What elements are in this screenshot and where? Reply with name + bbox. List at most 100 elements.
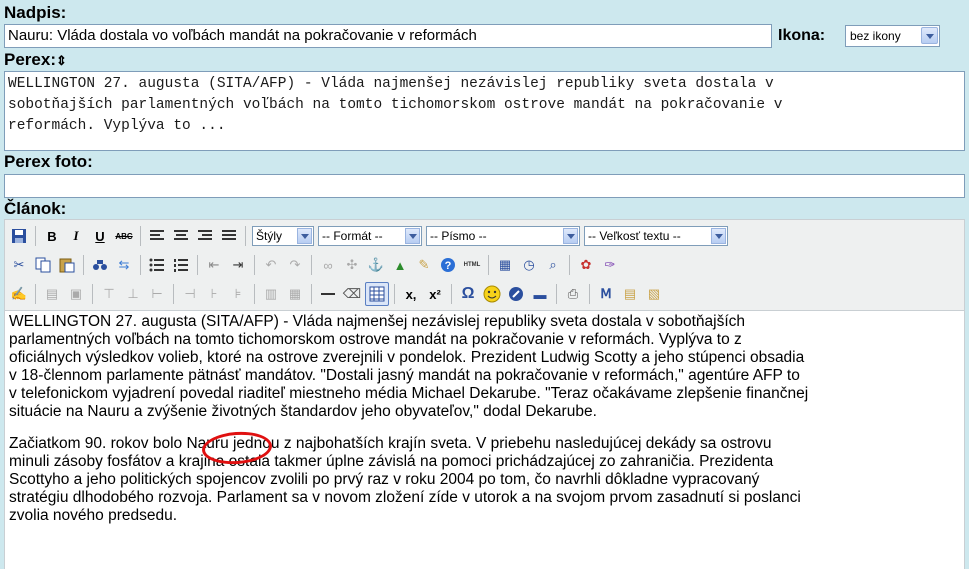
chevron-down-icon[interactable] — [563, 228, 578, 244]
font-size-select[interactable]: -- Veľkosť textu -- — [584, 226, 728, 246]
align-center-icon[interactable] — [170, 225, 192, 247]
toolbar-separator — [254, 255, 255, 275]
font-select-value: -- Písmo -- — [430, 229, 487, 243]
strikethrough-button[interactable]: ABC — [113, 225, 135, 247]
subscript-button[interactable]: x, — [400, 283, 422, 305]
format-select[interactable]: -- Formát -- — [318, 226, 422, 246]
save-icon[interactable] — [8, 225, 30, 247]
align-left-icon[interactable] — [146, 225, 168, 247]
editor-line: situácie na Nauru a zvýšenie životných š… — [9, 403, 597, 420]
background-color-icon[interactable]: ✑ — [599, 254, 621, 276]
resize-icon[interactable]: ⇕ — [56, 53, 67, 68]
insert-date-icon[interactable]: ▦ — [494, 254, 516, 276]
paste-text-icon[interactable]: ▤ — [619, 283, 641, 305]
merge-cells-icon[interactable]: ▦ — [284, 283, 306, 305]
bold-button[interactable]: B — [41, 225, 63, 247]
chevron-down-icon[interactable] — [921, 27, 938, 44]
editor-line: parlamentných voľbách na tomto tichomors… — [9, 331, 742, 348]
unlink-icon[interactable]: ✣ — [341, 254, 363, 276]
align-justify-icon[interactable] — [218, 225, 240, 247]
toolbar-separator — [140, 255, 141, 275]
preview-icon[interactable]: ⌕ — [542, 254, 564, 276]
link-icon[interactable]: ∞ — [317, 254, 339, 276]
perex-photo-label: Perex foto: — [4, 152, 93, 171]
cleanup-icon[interactable]: ✎ — [413, 254, 435, 276]
editor-line: oficiálnych výsledkov volieb, ktoré na o… — [9, 349, 805, 366]
perex-textarea[interactable]: WELLINGTON 27. augusta (SITA/AFP) - Vlád… — [4, 71, 965, 151]
redo-icon[interactable]: ↷ — [284, 254, 306, 276]
superscript-button[interactable]: x² — [424, 283, 446, 305]
styles-select-value: Štýly — [256, 229, 283, 243]
align-right-icon[interactable] — [194, 225, 216, 247]
spellcheck-icon[interactable]: Ⅿ — [595, 283, 617, 305]
icon-select[interactable]: bez ikony — [845, 25, 940, 47]
cut-icon[interactable]: ✂ — [8, 254, 30, 276]
table-row-props-icon[interactable]: ▤ — [41, 283, 63, 305]
editor-line: v 18-člennom parlamente pätnásť mandátov… — [9, 367, 800, 384]
toolbar-separator — [140, 226, 141, 246]
editor-line: Scottyho a jeho politických spojencov zv… — [9, 471, 760, 488]
editor-line: zvolia nového predsedu. — [9, 507, 178, 524]
format-select-value: -- Formát -- — [322, 229, 383, 243]
title-input[interactable]: Nauru: Vláda dostala vo voľbách mandát n… — [4, 24, 772, 48]
editor-toolbar: B I U ABC Štýly -- Formát -- -- Písmo --… — [4, 219, 965, 311]
toolbar-row-1: B I U ABC Štýly -- Formát -- -- Písmo --… — [7, 222, 730, 250]
copy-icon[interactable] — [32, 254, 54, 276]
chevron-down-icon[interactable] — [711, 228, 726, 244]
bullet-list-icon[interactable] — [146, 254, 168, 276]
replace-icon[interactable]: ⇆ — [113, 254, 135, 276]
insert-col-before-icon[interactable]: ⊣ — [179, 283, 201, 305]
insert-time-icon[interactable]: ◷ — [518, 254, 540, 276]
text-color-icon[interactable]: ✿ — [575, 254, 597, 276]
chevron-down-icon[interactable] — [405, 228, 420, 244]
anchor-icon[interactable]: ⚓ — [365, 254, 387, 276]
table-cell-props-icon[interactable]: ▣ — [65, 283, 87, 305]
toolbar-separator — [197, 255, 198, 275]
perex-line: reformách. Vyplýva to ... — [8, 118, 226, 134]
toolbar-separator — [488, 255, 489, 275]
toolbar-separator — [311, 255, 312, 275]
perex-photo-input[interactable] — [4, 174, 965, 198]
insert-row-after-icon[interactable]: ⊥ — [122, 283, 144, 305]
title-label: Nadpis: — [4, 3, 67, 22]
article-label: Článok: — [4, 199, 67, 218]
numbered-list-icon[interactable] — [170, 254, 192, 276]
horizontal-rule-icon[interactable] — [317, 283, 339, 305]
outdent-icon[interactable]: ⇤ — [203, 254, 225, 276]
table-icon[interactable] — [365, 282, 389, 306]
toolbar-separator — [311, 284, 312, 304]
help-icon[interactable]: ? — [437, 254, 459, 276]
insert-col-after-icon[interactable]: ⊦ — [203, 283, 225, 305]
emoticon-icon[interactable] — [481, 283, 503, 305]
find-icon[interactable] — [89, 254, 111, 276]
delete-col-icon[interactable]: ⊧ — [227, 283, 249, 305]
toolbar-separator — [35, 284, 36, 304]
indent-icon[interactable]: ⇥ — [227, 254, 249, 276]
split-cells-icon[interactable]: ▥ — [260, 283, 282, 305]
perex-label: Perex: — [4, 50, 56, 69]
toolbar-row-2: ✂ ⇆ ⇤ ⇥ ↶ ↷ ∞ ✣ ⚓ ▲ ✎ ? HTML ▦ ◷ ⌕ ✿ ✑ — [7, 251, 622, 279]
paste-icon[interactable] — [56, 254, 78, 276]
insert-row-before-icon[interactable]: ⊤ — [98, 283, 120, 305]
special-char-button[interactable]: Ω — [457, 283, 479, 305]
icon-select-value: bez ikony — [850, 29, 901, 43]
undo-icon[interactable]: ↶ — [260, 254, 282, 276]
styles-select[interactable]: Štýly — [252, 226, 314, 246]
remove-format-icon[interactable]: ⌫ — [341, 283, 363, 305]
html-source-button[interactable]: HTML — [461, 254, 483, 276]
image-icon[interactable]: ▲ — [389, 254, 411, 276]
paste-word-icon[interactable]: ▧ — [643, 283, 665, 305]
toolbar-separator — [569, 255, 570, 275]
visual-aid-icon[interactable]: ▬ — [529, 283, 551, 305]
underline-button[interactable]: U — [89, 225, 111, 247]
toolbar-separator — [173, 284, 174, 304]
italic-button[interactable]: I — [65, 225, 87, 247]
print-icon[interactable]: ⎙ — [562, 283, 584, 305]
delete-row-icon[interactable]: ⊢ — [146, 283, 168, 305]
font-select[interactable]: -- Písmo -- — [426, 226, 580, 246]
edit-css-icon[interactable]: ✍ — [8, 283, 30, 305]
media-icon[interactable] — [505, 283, 527, 305]
editor-content[interactable]: WELLINGTON 27. augusta (SITA/AFP) - Vlád… — [4, 311, 965, 569]
chevron-down-icon[interactable] — [297, 228, 312, 244]
title-input-value: Nauru: Vláda dostala vo voľbách mandát n… — [8, 27, 477, 44]
